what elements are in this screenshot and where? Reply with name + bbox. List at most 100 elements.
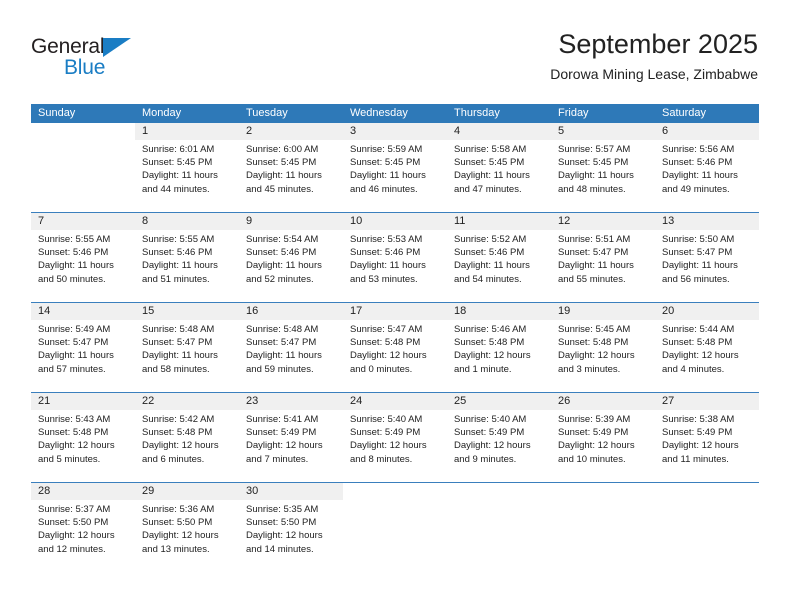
weekday-header-friday: Friday [558, 107, 589, 119]
calendar-day-cell[interactable]: 8 Sunrise: 5:55 AM Sunset: 5:46 PM Daylight… [135, 213, 239, 302]
sunrise-text: Sunrise: 5:58 AM [454, 144, 527, 155]
calendar-day-cell[interactable]: 20 Sunrise: 5:44 AM Sunset: 5:48 PM Dayligh… [655, 303, 759, 392]
calendar-day-cell[interactable]: 10 Sunrise: 5:53 AM Sunset: 5:46 PM Dayligh… [343, 213, 447, 302]
daylight-text: Daylight: 11 hours and 52 minutes. [246, 260, 322, 285]
day-sun-info: Sunrise: 5:36 AM Sunset: 5:50 PM Daylight:… [135, 500, 239, 556]
calendar-day-cell[interactable]: 11 Sunrise: 5:52 AM Sunset: 5:46 PM Dayligh… [447, 213, 551, 302]
day-number: 26 [551, 393, 655, 410]
calendar-day-cell[interactable]: 14 Sunrise: 5:49 AM Sunset: 5:47 PM Dayligh… [31, 303, 135, 392]
calendar-day-cell[interactable]: 17 Sunrise: 5:47 AM Sunset: 5:48 PM Dayligh… [343, 303, 447, 392]
calendar-week-row: 14 Sunrise: 5:49 AM Sunset: 5:47 PM Dayligh… [31, 302, 759, 392]
calendar-day-cell[interactable]: 15 Sunrise: 5:48 AM Sunset: 5:47 PM Dayligh… [135, 303, 239, 392]
day-number: 1 [135, 123, 239, 140]
calendar-day-cell[interactable]: 24 Sunrise: 5:40 AM Sunset: 5:49 PM Dayligh… [343, 393, 447, 482]
sunrise-text: Sunrise: 5:35 AM [246, 504, 319, 515]
calendar-week-inner: 14 Sunrise: 5:49 AM Sunset: 5:47 PM Dayligh… [31, 303, 759, 392]
calendar-day-cell[interactable]: 4 Sunrise: 5:58 AM Sunset: 5:45 PM Daylight… [447, 123, 551, 212]
calendar-day-cell[interactable]: 25 Sunrise: 5:40 AM Sunset: 5:49 PM Dayligh… [447, 393, 551, 482]
daylight-text: Daylight: 11 hours and 51 minutes. [142, 260, 218, 285]
daylight-text: Daylight: 12 hours and 12 minutes. [38, 530, 115, 555]
day-sun-info: Sunrise: 5:49 AM Sunset: 5:47 PM Daylight:… [31, 320, 135, 376]
calendar-day-cell[interactable]: 28 Sunrise: 5:37 AM Sunset: 5:50 PM Dayligh… [31, 483, 135, 572]
calendar-day-cell[interactable]: 23 Sunrise: 5:41 AM Sunset: 5:49 PM Dayligh… [239, 393, 343, 482]
calendar-day-cell[interactable]: 9 Sunrise: 5:54 AM Sunset: 5:46 PM Daylight… [239, 213, 343, 302]
daylight-text: Daylight: 11 hours and 50 minutes. [38, 260, 114, 285]
calendar-week-row: 7 Sunrise: 5:55 AM Sunset: 5:46 PM Daylight… [31, 212, 759, 302]
calendar-day-cell[interactable]: 3 Sunrise: 5:59 AM Sunset: 5:45 PM Daylight… [343, 123, 447, 212]
day-number: 12 [551, 213, 655, 230]
day-sun-info: Sunrise: 5:55 AM Sunset: 5:46 PM Daylight:… [135, 230, 239, 286]
sunset-text: Sunset: 5:49 PM [246, 427, 317, 439]
sunrise-text: Sunrise: 5:37 AM [38, 504, 111, 515]
day-sun-info: Sunrise: 5:37 AM Sunset: 5:50 PM Daylight:… [31, 500, 135, 556]
sunrise-text: Sunrise: 6:00 AM [246, 144, 319, 155]
page-header: General Blue September 2025 Dorowa Minin… [0, 0, 792, 104]
day-number: 16 [239, 303, 343, 320]
page-subtitle: Dorowa Mining Lease, Zimbabwe [550, 66, 758, 82]
day-sun-info: Sunrise: 5:39 AM Sunset: 5:49 PM Daylight:… [551, 410, 655, 466]
daylight-text: Daylight: 11 hours and 57 minutes. [38, 350, 114, 375]
sunset-text: Sunset: 5:46 PM [454, 247, 525, 259]
day-number: 9 [239, 213, 343, 230]
sunset-text: Sunset: 5:48 PM [142, 427, 213, 439]
calendar-day-cell[interactable]: 29 Sunrise: 5:36 AM Sunset: 5:50 PM Dayligh… [135, 483, 239, 572]
sunrise-text: Sunrise: 5:49 AM [38, 324, 111, 335]
weekday-header-wednesday: Wednesday [350, 107, 408, 119]
day-number: 13 [655, 213, 759, 230]
sunrise-text: Sunrise: 5:46 AM [454, 324, 527, 335]
daylight-text: Daylight: 12 hours and 5 minutes. [38, 440, 115, 465]
sunrise-text: Sunrise: 5:51 AM [558, 234, 631, 245]
daylight-text: Daylight: 12 hours and 10 minutes. [558, 440, 635, 465]
calendar-day-cell[interactable]: 13 Sunrise: 5:50 AM Sunset: 5:47 PM Dayligh… [655, 213, 759, 302]
calendar-day-cell[interactable]: 16 Sunrise: 5:48 AM Sunset: 5:47 PM Dayligh… [239, 303, 343, 392]
daylight-text: Daylight: 11 hours and 46 minutes. [350, 170, 426, 195]
sunset-text: Sunset: 5:48 PM [38, 427, 109, 439]
calendar-day-cell[interactable]: 7 Sunrise: 5:55 AM Sunset: 5:46 PM Daylight… [31, 213, 135, 302]
sunset-text: Sunset: 5:46 PM [662, 157, 733, 169]
sunset-text: Sunset: 5:50 PM [142, 517, 213, 529]
day-sun-info: Sunrise: 5:40 AM Sunset: 5:49 PM Daylight:… [447, 410, 551, 466]
calendar-day-cell[interactable]: 1 Sunrise: 6:01 AM Sunset: 5:45 PM Daylight… [135, 123, 239, 212]
calendar-day-cell[interactable]: 30 Sunrise: 5:35 AM Sunset: 5:50 PM Dayligh… [239, 483, 343, 572]
day-number: 21 [31, 393, 135, 410]
day-number: 10 [343, 213, 447, 230]
daylight-text: Daylight: 12 hours and 7 minutes. [246, 440, 323, 465]
calendar-day-cell[interactable]: 19 Sunrise: 5:45 AM Sunset: 5:48 PM Dayligh… [551, 303, 655, 392]
sunset-text: Sunset: 5:48 PM [454, 337, 525, 349]
calendar-day-cell[interactable]: 22 Sunrise: 5:42 AM Sunset: 5:48 PM Dayligh… [135, 393, 239, 482]
daylight-text: Daylight: 11 hours and 55 minutes. [558, 260, 634, 285]
day-sun-info: Sunrise: 5:48 AM Sunset: 5:47 PM Daylight:… [135, 320, 239, 376]
day-sun-info: Sunrise: 6:00 AM Sunset: 5:45 PM Daylight:… [239, 140, 343, 196]
weekday-header-tuesday: Tuesday [246, 107, 288, 119]
calendar-day-cell[interactable]: 18 Sunrise: 5:46 AM Sunset: 5:48 PM Dayligh… [447, 303, 551, 392]
calendar-day-cell[interactable]: 2 Sunrise: 6:00 AM Sunset: 5:45 PM Daylight… [239, 123, 343, 212]
calendar-day-cell[interactable]: 5 Sunrise: 5:57 AM Sunset: 5:45 PM Daylight… [551, 123, 655, 212]
calendar-day-cell[interactable]: 6 Sunrise: 5:56 AM Sunset: 5:46 PM Daylight… [655, 123, 759, 212]
daylight-text: Daylight: 12 hours and 3 minutes. [558, 350, 635, 375]
sunset-text: Sunset: 5:46 PM [142, 247, 213, 259]
logo-triangle-icon [103, 38, 131, 57]
day-sun-info: Sunrise: 5:47 AM Sunset: 5:48 PM Daylight:… [343, 320, 447, 376]
calendar-day-cell[interactable]: 12 Sunrise: 5:51 AM Sunset: 5:47 PM Dayligh… [551, 213, 655, 302]
daylight-text: Daylight: 11 hours and 47 minutes. [454, 170, 530, 195]
daylight-text: Daylight: 12 hours and 4 minutes. [662, 350, 739, 375]
calendar-week-inner: 7 Sunrise: 5:55 AM Sunset: 5:46 PM Daylight… [31, 213, 759, 302]
day-number: 5 [551, 123, 655, 140]
page-title: September 2025 [558, 29, 758, 59]
weekday-header-sunday: Sunday [38, 107, 76, 119]
calendar-day-cell[interactable]: 27 Sunrise: 5:38 AM Sunset: 5:49 PM Dayligh… [655, 393, 759, 482]
calendar-grid: Sunday Monday Tuesday Wednesday Thursday Frid… [31, 104, 759, 572]
sunrise-text: Sunrise: 5:43 AM [38, 414, 111, 425]
sunset-text: Sunset: 5:50 PM [246, 517, 317, 529]
title-block: September 2025 Dorowa Mining Lease, Zimb… [550, 28, 758, 83]
calendar-page: General Blue September 2025 Dorowa Minin… [0, 0, 792, 612]
sunrise-text: Sunrise: 5:55 AM [142, 234, 215, 245]
day-sun-info: Sunrise: 5:44 AM Sunset: 5:48 PM Daylight:… [655, 320, 759, 376]
calendar-day-cell[interactable]: 21 Sunrise: 5:43 AM Sunset: 5:48 PM Dayligh… [31, 393, 135, 482]
calendar-week-row: 21 Sunrise: 5:43 AM Sunset: 5:48 PM Dayligh… [31, 392, 759, 482]
day-sun-info: Sunrise: 5:43 AM Sunset: 5:48 PM Daylight:… [31, 410, 135, 466]
sunset-text: Sunset: 5:45 PM [142, 157, 213, 169]
day-number [655, 483, 759, 500]
calendar-day-cell[interactable]: 26 Sunrise: 5:39 AM Sunset: 5:49 PM Dayligh… [551, 393, 655, 482]
sunset-text: Sunset: 5:49 PM [350, 427, 421, 439]
